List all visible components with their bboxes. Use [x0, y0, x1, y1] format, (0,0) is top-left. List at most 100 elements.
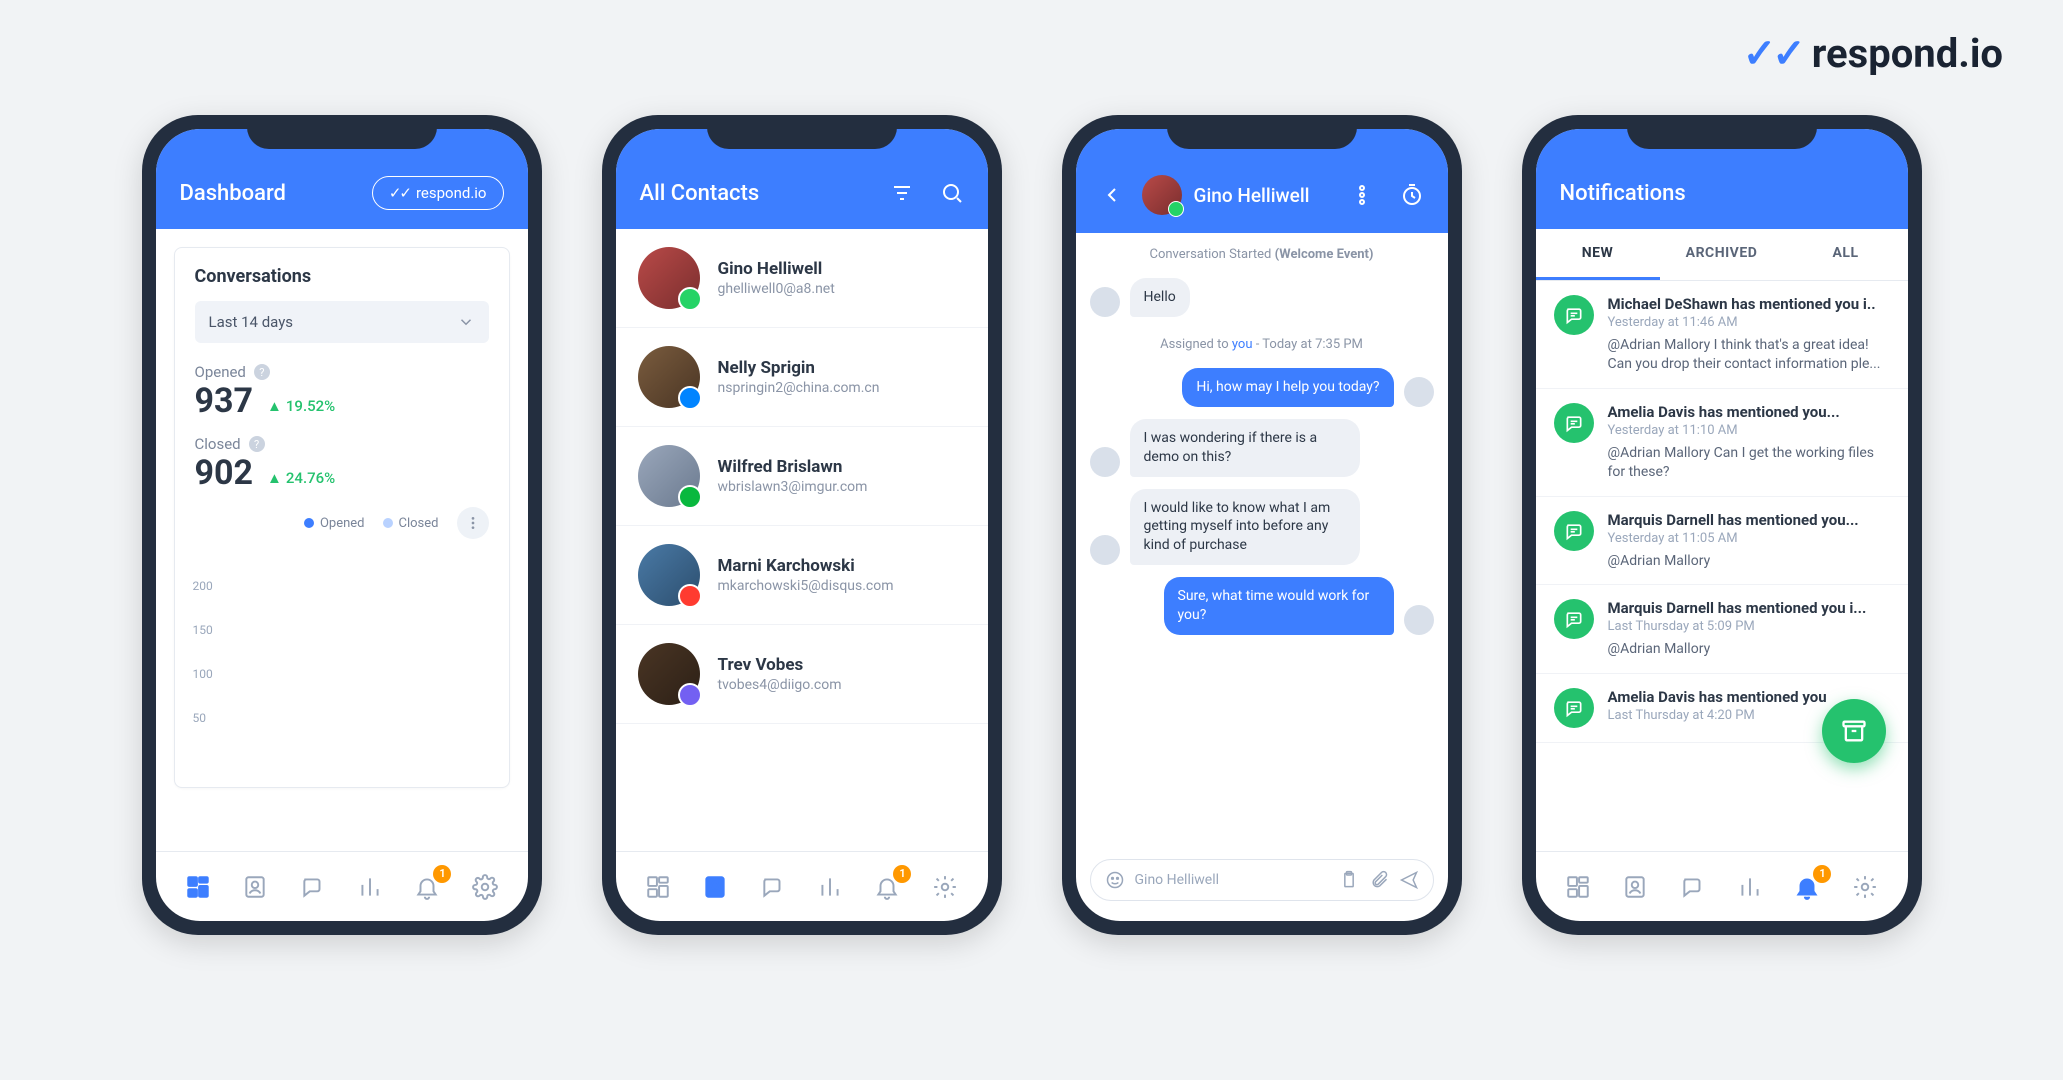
nav-reports[interactable]: [810, 867, 850, 907]
message-row: I was wondering if there is a demo on th…: [1076, 413, 1448, 483]
help-icon[interactable]: ?: [249, 436, 265, 452]
message-bubble[interactable]: Hello: [1130, 278, 1190, 317]
legend-closed: Closed: [399, 516, 439, 531]
emoji-icon[interactable]: [1105, 870, 1125, 890]
message-input[interactable]: Gino Helliwell: [1090, 859, 1434, 901]
message-bubble[interactable]: I would like to know what I am getting m…: [1130, 489, 1360, 566]
chat-avatar[interactable]: [1142, 175, 1182, 215]
notif-tabs: NEW ARCHIVED ALL: [1536, 229, 1908, 281]
system-event: Conversation Started (Welcome Event): [1076, 233, 1448, 272]
opened-label: Opened: [195, 363, 246, 381]
tab-all[interactable]: ALL: [1784, 229, 1908, 280]
nav-chats[interactable]: [1673, 867, 1713, 907]
contact-row[interactable]: Marni Karchowski mkarchowski5@disqus.com: [616, 526, 988, 625]
nav-reports[interactable]: [1730, 867, 1770, 907]
trend-up-icon: ▲: [267, 397, 282, 415]
notif-time: Yesterday at 11:10 AM: [1608, 423, 1890, 438]
notif-badge: 1: [893, 865, 911, 883]
contact-row[interactable]: Trev Vobes tvobes4@diigo.com: [616, 625, 988, 724]
reports-icon: [357, 874, 383, 900]
contact-icon: [702, 874, 728, 900]
contact-name: Marni Karchowski: [718, 556, 894, 576]
chat-icon: [1680, 874, 1706, 900]
mention-icon: [1554, 403, 1594, 443]
nav-contacts[interactable]: [695, 867, 735, 907]
nav-contacts[interactable]: [1615, 867, 1655, 907]
nav-notifications[interactable]: 1: [867, 867, 907, 907]
nav-settings[interactable]: [1845, 867, 1885, 907]
search-icon[interactable]: [940, 181, 964, 205]
closed-value: 902: [195, 453, 254, 493]
mention-icon: [1554, 599, 1594, 639]
reports-icon: [1737, 874, 1763, 900]
workspace-switch-button[interactable]: ✓✓ respond.io: [372, 176, 504, 210]
nav-settings[interactable]: [925, 867, 965, 907]
date-range-value: Last 14 days: [209, 313, 294, 331]
dashboard-title: Dashboard: [180, 181, 286, 206]
tab-new[interactable]: NEW: [1536, 229, 1660, 280]
contact-row[interactable]: Wilfred Brislawn wbrislawn3@imgur.com: [616, 427, 988, 526]
avatar: [1090, 287, 1120, 317]
brand-check-icon: ✓✓: [1743, 30, 1802, 77]
nav-notifications[interactable]: 1: [407, 867, 447, 907]
legend-opened-dot: [304, 518, 314, 528]
avatar: [1090, 535, 1120, 565]
message-bubble[interactable]: I was wondering if there is a demo on th…: [1130, 419, 1360, 477]
nav-notifications[interactable]: 1: [1787, 867, 1827, 907]
nav-dashboard[interactable]: [178, 867, 218, 907]
nav-settings[interactable]: [465, 867, 505, 907]
contact-name: Trev Vobes: [718, 655, 842, 675]
contact-icon: [242, 874, 268, 900]
back-icon[interactable]: [1100, 183, 1124, 207]
help-icon[interactable]: ?: [254, 364, 270, 380]
attachment-icon[interactable]: [1369, 870, 1389, 890]
clipboard-icon[interactable]: [1339, 870, 1359, 890]
more-vertical-icon: [465, 515, 481, 531]
reports-icon: [817, 874, 843, 900]
more-vertical-icon[interactable]: [1350, 183, 1374, 207]
filter-icon[interactable]: [890, 181, 914, 205]
archive-fab[interactable]: [1822, 699, 1886, 763]
notif-time: Last Thursday at 5:09 PM: [1608, 619, 1867, 634]
contact-row[interactable]: Gino Helliwell ghelliwell0@a8.net: [616, 229, 988, 328]
avatar: [1404, 605, 1434, 635]
phone-notifications: Notifications NEW ARCHIVED ALL Michael D…: [1522, 115, 1922, 935]
notification-row[interactable]: Amelia Davis has mentioned you... Yester…: [1536, 389, 1908, 497]
dashboard-icon: [1565, 874, 1591, 900]
nav-reports[interactable]: [350, 867, 390, 907]
gear-icon: [1852, 874, 1878, 900]
nav-chats[interactable]: [293, 867, 333, 907]
notif-title: Amelia Davis has mentioned you: [1608, 688, 1827, 706]
message-bubble[interactable]: Hi, how may I help you today?: [1182, 368, 1393, 407]
nav-chats[interactable]: [753, 867, 793, 907]
avatar: [1090, 447, 1120, 477]
notif-body: @Adrian Mallory I think that's a great i…: [1608, 336, 1890, 374]
nav-dashboard[interactable]: [638, 867, 678, 907]
send-icon[interactable]: [1399, 870, 1419, 890]
nav-dashboard[interactable]: [1558, 867, 1598, 907]
message-bubble[interactable]: Sure, what time would work for you?: [1164, 577, 1394, 635]
contact-sub: mkarchowski5@disqus.com: [718, 578, 894, 594]
contact-row[interactable]: Nelly Sprigin nspringin2@china.com.cn: [616, 328, 988, 427]
tab-archived[interactable]: ARCHIVED: [1660, 229, 1784, 280]
bottom-nav: 1: [156, 851, 528, 921]
notif-title: Michael DeShawn has mentioned you i..: [1608, 295, 1890, 313]
contact-name: Wilfred Brislawn: [718, 457, 868, 477]
notification-row[interactable]: Marquis Darnell has mentioned you i... L…: [1536, 585, 1908, 674]
contact-sub: nspringin2@china.com.cn: [718, 380, 880, 396]
legend-closed-dot: [383, 518, 393, 528]
contact-sub: ghelliwell0@a8.net: [718, 281, 835, 297]
notification-row[interactable]: Michael DeShawn has mentioned you i.. Ye…: [1536, 281, 1908, 389]
snooze-icon[interactable]: [1400, 183, 1424, 207]
notification-row[interactable]: Marquis Darnell has mentioned you... Yes…: [1536, 497, 1908, 586]
viber-icon: [678, 683, 702, 707]
contact-sub: wbrislawn3@imgur.com: [718, 479, 868, 495]
nav-contacts[interactable]: [235, 867, 275, 907]
mention-icon: [1554, 511, 1594, 551]
sms-icon: [678, 584, 702, 608]
chart-more-button[interactable]: [457, 507, 489, 539]
legend-opened: Opened: [320, 516, 365, 531]
whatsapp-icon: [678, 287, 702, 311]
date-range-select[interactable]: Last 14 days: [195, 301, 489, 343]
notif-badge: 1: [433, 865, 451, 883]
